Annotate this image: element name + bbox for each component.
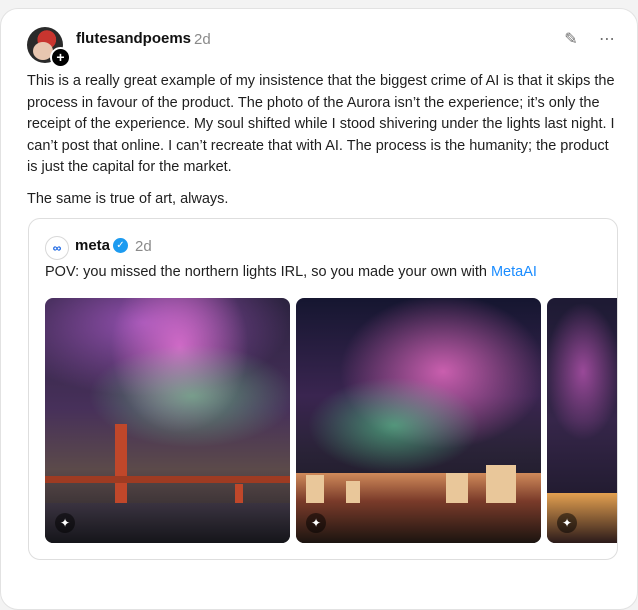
post-card: + flutesandpoems 2d ✎ ⋯ This is a really… [0,8,638,610]
edit-icon[interactable]: ✎ [560,29,582,51]
meta-logo-icon: ∞ [45,236,69,260]
ai-sparkle-icon: ✦ [557,513,577,533]
quoted-username[interactable]: meta [75,237,110,254]
quoted-post[interactable]: ∞ meta ✓ 2d POV: you missed the northern… [28,218,618,560]
post-paragraph: This is a really great example of my ins… [27,73,615,176]
post-text: This is a really great example of my ins… [27,71,619,221]
aurora-city-image[interactable]: ✦ [296,298,541,543]
more-options-icon[interactable]: ⋯ [596,29,618,51]
quoted-text-body: POV: you missed the northern lights IRL,… [45,264,491,280]
post-time: 2d [194,31,211,48]
follow-plus-icon[interactable]: + [50,47,71,68]
post-paragraph: The same is true of art, always. [27,190,229,207]
metaai-link[interactable]: MetaAI [491,264,537,280]
ai-sparkle-icon: ✦ [55,513,75,533]
aurora-pier-image[interactable]: ✦ [547,298,617,543]
ai-sparkle-icon: ✦ [306,513,326,533]
quoted-time: 2d [135,238,152,255]
quoted-text: POV: you missed the northern lights IRL,… [45,264,537,280]
verified-icon: ✓ [113,238,128,253]
post-username[interactable]: flutesandpoems [76,30,191,47]
aurora-bridge-image[interactable]: ✦ [45,298,290,543]
